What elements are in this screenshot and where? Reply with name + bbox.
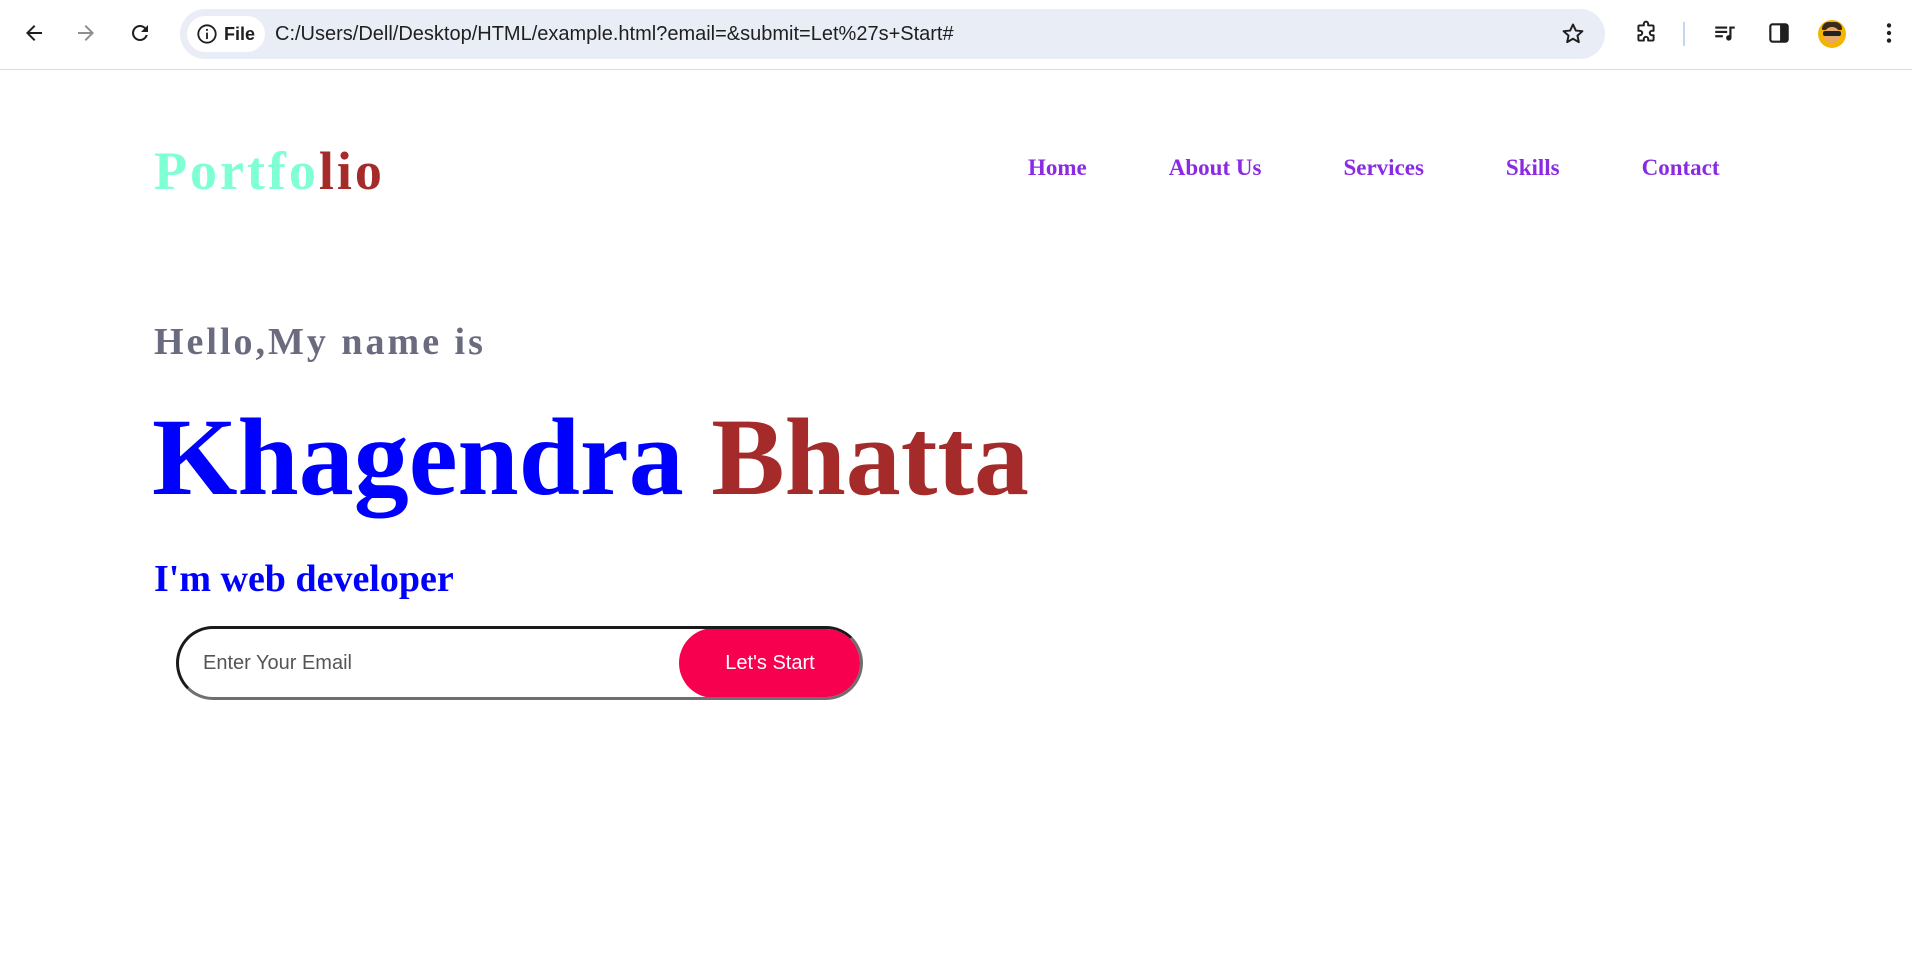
forward-button[interactable] bbox=[68, 15, 104, 51]
nav-link-skills[interactable]: Skills bbox=[1506, 156, 1560, 179]
nav-link-about-us[interactable]: About Us bbox=[1169, 156, 1262, 179]
nav-link-services[interactable]: Services bbox=[1343, 156, 1423, 179]
avatar-glasses bbox=[1823, 31, 1841, 36]
greeting-text: Hello,My name is bbox=[154, 321, 486, 363]
page-content: Portfolio Home About Us Services Skills … bbox=[0, 70, 1912, 963]
logo-part2: lio bbox=[318, 141, 385, 201]
back-arrow-icon bbox=[26, 25, 42, 41]
back-button[interactable] bbox=[16, 15, 52, 51]
extensions-button[interactable] bbox=[1630, 17, 1662, 49]
nav-link-contact[interactable]: Contact bbox=[1642, 156, 1720, 179]
side-panel-button[interactable] bbox=[1763, 17, 1795, 49]
media-control-icon bbox=[1715, 26, 1735, 41]
site-info-chip[interactable]: File bbox=[187, 16, 266, 52]
reload-icon bbox=[132, 25, 148, 41]
site-logo[interactable]: Portfolio bbox=[154, 144, 385, 198]
last-name: Bhatta bbox=[711, 396, 1030, 518]
url-text[interactable]: C:/Users/Dell/Desktop/HTML/example.html?… bbox=[275, 9, 954, 59]
email-input[interactable] bbox=[201, 629, 671, 697]
browser-menu-button[interactable] bbox=[1873, 17, 1905, 49]
email-signup-form: Let's Start bbox=[176, 626, 863, 700]
forward-arrow-icon bbox=[78, 25, 94, 41]
site-chip-label: File bbox=[224, 23, 256, 44]
reload-button[interactable] bbox=[122, 15, 158, 51]
nav-link-home[interactable]: Home bbox=[1028, 156, 1087, 179]
lets-start-button[interactable]: Let's Start bbox=[679, 629, 860, 697]
info-icon bbox=[197, 24, 217, 44]
logo-part1: Portfo bbox=[154, 141, 319, 201]
main-nav: Home About Us Services Skills Contact bbox=[1028, 156, 1720, 179]
media-control-button[interactable] bbox=[1709, 17, 1741, 49]
puzzle-icon bbox=[1637, 20, 1655, 42]
bookmark-button[interactable] bbox=[1559, 20, 1587, 48]
hero-name: Khagendra Bhatta bbox=[152, 402, 1029, 512]
first-name: Khagendra bbox=[152, 396, 684, 518]
profile-avatar[interactable] bbox=[1818, 20, 1846, 48]
side-panel-icon bbox=[1769, 23, 1789, 43]
kebab-menu-icon bbox=[1886, 23, 1892, 43]
toolbar-divider bbox=[1683, 22, 1685, 46]
browser-toolbar: File C:/Users/Dell/Desktop/HTML/example.… bbox=[0, 0, 1912, 70]
role-text: I'm web developer bbox=[154, 558, 454, 600]
address-bar[interactable]: File C:/Users/Dell/Desktop/HTML/example.… bbox=[180, 9, 1605, 59]
star-icon bbox=[1562, 23, 1584, 44]
